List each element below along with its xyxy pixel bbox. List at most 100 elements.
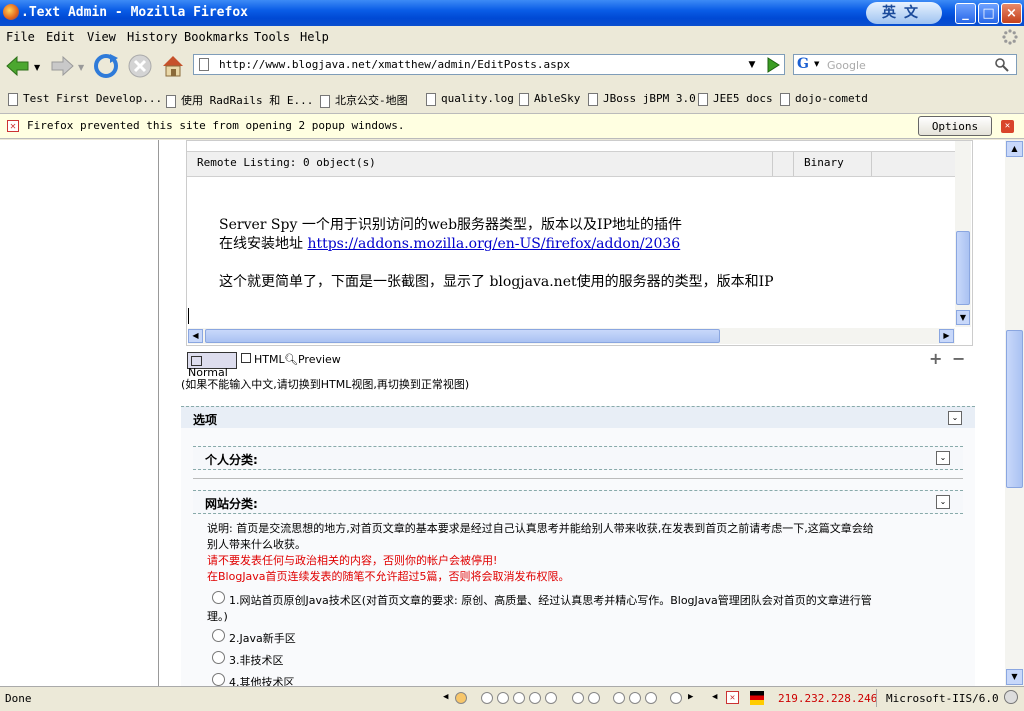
editor-horizontal-scrollbar[interactable]: ◀ ▶ xyxy=(188,328,955,344)
scroll-right-icon[interactable]: ▶ xyxy=(939,329,954,343)
addon-icon[interactable] xyxy=(455,692,467,704)
home-icon[interactable] xyxy=(159,52,187,80)
tool-icon[interactable] xyxy=(613,692,625,704)
option-3-label[interactable]: 3.非技术区 xyxy=(229,652,284,668)
scroll-down-icon[interactable]: ▼ xyxy=(956,310,970,325)
rich-text-editor[interactable]: Remote Listing: 0 object(s) Binary Serve… xyxy=(186,140,973,346)
bookmark-item[interactable]: dojo-cometd xyxy=(780,92,868,106)
mode-normal-tab[interactable]: Normal xyxy=(187,352,237,379)
radio-option-3[interactable] xyxy=(212,651,225,664)
minimize-button[interactable]: _ xyxy=(955,3,976,24)
media-icon[interactable] xyxy=(497,692,509,704)
bookmark-item[interactable]: Test First Develop... xyxy=(8,92,162,106)
editor-line: 在线安装地址 https://addons.mozilla.org/en-US/… xyxy=(219,236,681,252)
status-prev-icon[interactable]: ◀ xyxy=(443,692,448,702)
popup-options-button[interactable]: Options xyxy=(918,116,992,136)
page-vertical-scrollbar[interactable]: ▲ ▼ xyxy=(1005,140,1024,686)
editor-hscroll-thumb[interactable] xyxy=(205,329,720,343)
site-category-title: 网站分类: xyxy=(205,497,258,511)
forward-history-dropdown-icon[interactable]: ▼ xyxy=(78,63,84,72)
binary-column-label: Binary xyxy=(804,156,844,169)
editor-scroll-thumb[interactable] xyxy=(956,231,970,305)
popup-message: Firefox prevented this site from opening… xyxy=(27,119,405,132)
menu-tools[interactable]: Tools xyxy=(254,30,290,44)
ime-indicator[interactable]: 英文 xyxy=(866,2,942,24)
options-title: 选项 xyxy=(193,413,218,427)
bookmark-item[interactable]: 使用 RadRails 和 E... xyxy=(166,92,313,108)
normal-mode-icon xyxy=(191,356,202,366)
addon-link[interactable]: https://addons.mozilla.org/en-US/firefox… xyxy=(307,236,680,252)
back-history-dropdown-icon[interactable]: ▼ xyxy=(34,63,40,72)
search-engine-dropdown-icon[interactable]: ▼ xyxy=(814,60,819,68)
editor-vertical-scrollbar[interactable]: ▼ xyxy=(955,141,971,327)
back-icon[interactable] xyxy=(4,52,32,80)
media-icon[interactable] xyxy=(481,692,493,704)
collapse-icon[interactable]: ⌄ xyxy=(936,451,950,465)
option-1-label-cont: 理。) xyxy=(207,610,228,623)
mode-preview-tab[interactable]: 🔍︎Preview xyxy=(284,353,341,366)
close-button[interactable]: × xyxy=(1001,3,1022,24)
search-input[interactable]: Google xyxy=(827,59,866,72)
search-box[interactable]: G ▼ Google xyxy=(793,54,1017,75)
collapse-icon[interactable]: ⌄ xyxy=(948,411,962,425)
server-ip: 219.232.228.246 xyxy=(778,692,878,705)
status-next-icon[interactable]: ▶ xyxy=(688,692,693,702)
site-category-header[interactable]: 网站分类: ⌄ xyxy=(193,490,963,514)
media-icon[interactable] xyxy=(545,692,557,704)
media-icon[interactable] xyxy=(513,692,525,704)
menu-edit[interactable]: Edit xyxy=(46,30,75,44)
tool-icon[interactable] xyxy=(572,692,584,704)
bookmark-item[interactable]: 北京公交-地图 xyxy=(320,92,408,108)
tool-icon[interactable] xyxy=(670,692,682,704)
maximize-button[interactable]: □ xyxy=(978,3,999,24)
scroll-up-icon[interactable]: ▲ xyxy=(1006,141,1023,157)
menu-file[interactable]: File xyxy=(6,30,35,44)
options-section-header[interactable]: 选项 ⌄ xyxy=(181,406,975,430)
stop-icon[interactable] xyxy=(126,52,154,80)
reload-icon[interactable] xyxy=(92,52,120,80)
option-4-label[interactable]: 4.其他技术区 xyxy=(229,674,295,686)
blocked-popup-icon[interactable]: ✕ xyxy=(726,691,739,704)
popup-close-icon[interactable]: ✕ xyxy=(1001,120,1014,133)
menu-bookmarks[interactable]: Bookmarks xyxy=(184,30,249,44)
status-prev-icon[interactable]: ◀ xyxy=(712,692,717,702)
address-input[interactable]: http://www.blogjava.net/xmatthew/admin/E… xyxy=(219,58,570,71)
bookmark-item[interactable]: AbleSky xyxy=(519,92,580,106)
collapse-icon[interactable]: ⌄ xyxy=(936,495,950,509)
tool-icon[interactable] xyxy=(588,692,600,704)
media-icon[interactable] xyxy=(529,692,541,704)
tool-icon[interactable] xyxy=(629,692,641,704)
shrink-editor-icon[interactable]: − xyxy=(952,349,965,368)
scroll-down-icon[interactable]: ▼ xyxy=(1006,669,1023,685)
menu-help[interactable]: Help xyxy=(300,30,329,44)
radio-option-4[interactable] xyxy=(212,673,225,686)
radio-option-1[interactable] xyxy=(212,591,225,604)
personal-category-header[interactable]: 个人分类: ⌄ xyxy=(193,446,963,470)
search-icon[interactable] xyxy=(994,57,1010,73)
menu-bar: File Edit View History Bookmarks Tools H… xyxy=(0,26,1024,48)
bookmark-item[interactable]: JBoss jBPM 3.0 xyxy=(588,92,696,106)
mode-html-tab[interactable]: HTML xyxy=(241,353,285,366)
forward-icon[interactable] xyxy=(48,52,76,80)
status-bar: Done ◀ ▶ ◀ ✕ 219.232.228.246 Microsoft-I… xyxy=(0,686,1024,711)
bookmark-item[interactable]: quality.log xyxy=(426,92,514,106)
scroll-left-icon[interactable]: ◀ xyxy=(188,329,203,343)
menu-history[interactable]: History xyxy=(127,30,178,44)
option-2-label[interactable]: 2.Java新手区 xyxy=(229,630,296,646)
go-icon[interactable] xyxy=(764,56,782,74)
option-1-label[interactable]: 1.网站首页原创Java技术区(对首页文章的要求: 原创、高质量、经过认真思考并… xyxy=(229,592,872,608)
page-scroll-thumb[interactable] xyxy=(1006,330,1023,488)
status-text: Done xyxy=(5,692,32,705)
address-dropdown-icon[interactable]: ▼ xyxy=(744,57,760,74)
site-category-description: 说明: 首页是交流思想的地方,对首页文章的基本要求是经过自己认真思考并能给别人带… xyxy=(207,522,874,535)
throbber-icon xyxy=(1002,29,1018,45)
address-bar[interactable]: http://www.blogjava.net/xmatthew/admin/E… xyxy=(193,54,785,75)
radio-option-2[interactable] xyxy=(212,629,225,642)
search-engine-icon[interactable]: G xyxy=(797,56,813,73)
remote-listing-bar: Remote Listing: 0 object(s) Binary xyxy=(187,151,955,177)
bookmark-item[interactable]: JEE5 docs xyxy=(698,92,773,106)
tool-icon[interactable] xyxy=(645,692,657,704)
server-type: Microsoft-IIS/6.0 xyxy=(886,692,999,705)
expand-editor-icon[interactable]: + xyxy=(929,349,942,368)
menu-view[interactable]: View xyxy=(87,30,116,44)
